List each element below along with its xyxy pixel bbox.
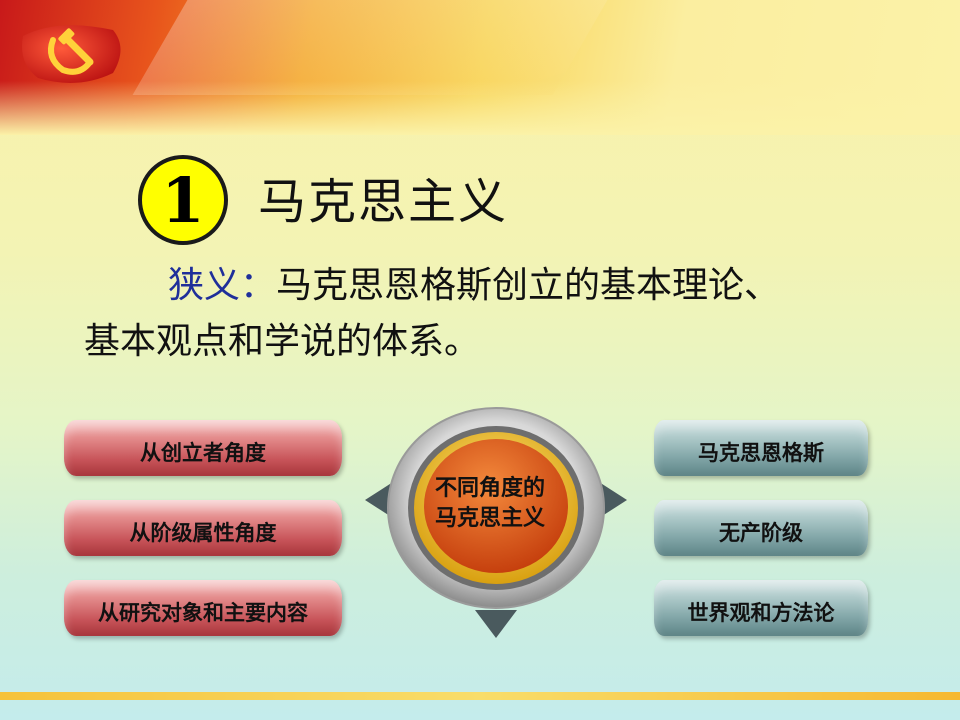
narrow-keyword: 狭义： <box>168 265 277 306</box>
left-item-class: 从阶级属性角度 <box>64 500 342 556</box>
left-item-founder: 从创立者角度 <box>64 420 342 476</box>
center-hub-label: 不同角度的 马克思主义 <box>415 474 565 534</box>
right-item-label: 马克思恩格斯 <box>698 441 824 465</box>
section-number-badge: 1 <box>138 155 228 245</box>
definition-line-2: 基本观点和学说的体系。 <box>84 321 481 362</box>
left-item-content: 从研究对象和主要内容 <box>64 580 342 636</box>
right-item-content: 世界观和方法论 <box>654 580 868 636</box>
right-item-founder: 马克思恩格斯 <box>654 420 868 476</box>
definition-line-1: 狭义：马克思恩格斯创立的基本理论、 <box>84 258 904 314</box>
section-title: 马克思主义 <box>258 174 509 230</box>
definition-text-1: 马克思恩格斯创立的基本理论、 <box>276 265 781 306</box>
arrow-down-icon <box>475 610 517 638</box>
left-item-label: 从阶级属性角度 <box>129 521 277 545</box>
definition-paragraph: 狭义：马克思恩格斯创立的基本理论、 基本观点和学说的体系。 <box>84 258 904 370</box>
right-item-class: 无产阶级 <box>654 500 868 556</box>
right-item-label: 无产阶级 <box>719 521 803 545</box>
header-banner <box>0 0 960 135</box>
left-item-label: 从研究对象和主要内容 <box>98 601 308 625</box>
center-hub-line-1: 不同角度的 <box>434 476 545 501</box>
party-emblem-icon <box>22 25 121 83</box>
footer-bar <box>0 692 960 700</box>
right-item-label: 世界观和方法论 <box>687 601 835 625</box>
center-hub-line-2: 马克思主义 <box>434 506 545 531</box>
banner-streak <box>132 0 608 95</box>
left-item-label: 从创立者角度 <box>140 441 266 465</box>
